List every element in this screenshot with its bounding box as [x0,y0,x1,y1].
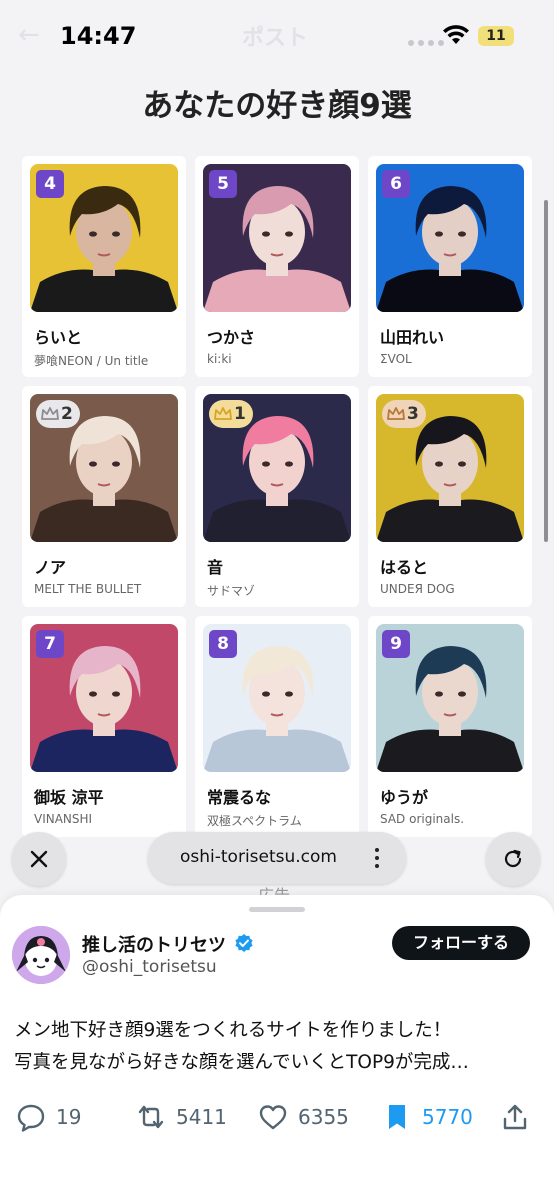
faded-nav-title: ポスト [242,26,309,51]
face-card[interactable]: 2 ノア MELT THE BULLET [22,386,186,607]
post-text[interactable]: メン地下好き顔9選をつくれるサイトを作りました！ 写真を見ながら好きな顔を選んで… [14,1015,540,1079]
face-card[interactable]: 8 常震るな双極スペクトラム [195,616,359,837]
url-text: oshi-torisetsu.com [180,847,337,867]
like-count: 6355 [298,1105,349,1129]
group-name: VINANSHI [34,812,93,826]
bookmark-button[interactable]: 5770 [382,1097,473,1137]
idol-name: 音 [207,558,224,577]
rank-badge: 8 [209,630,237,658]
verified-badge-icon [235,934,253,952]
wifi-icon [443,25,469,44]
repost-count: 5411 [176,1105,227,1129]
reply-icon [17,1104,45,1132]
face-card[interactable]: 9 ゆうが SAD originals. [368,616,532,837]
avatar[interactable] [12,926,70,984]
battery-icon: 11 [478,26,514,46]
sheet-grabber[interactable] [249,907,305,912]
group-name: 夢喰NEON / Un title [34,354,149,368]
reload-icon [504,849,522,868]
rank-badge: 5 [209,170,237,198]
idol-name: 御坂 涼平 [34,788,104,807]
idol-name: ノア [34,558,67,577]
bookmark-count: 5770 [422,1105,473,1129]
share-icon [503,1104,527,1130]
crown-icon [41,407,59,420]
group-name: ΣVOL [380,352,412,366]
group-name: 双極スペクトラム [207,814,302,828]
face-card[interactable]: 4 らいと夢喰NEON / Un title [22,156,186,377]
post-text-line: メン地下好き顔9選をつくれるサイトを作りました！ [14,1020,452,1041]
post-sheet: 推し活のトリセツ @oshi_torisetsu フォローする メン地下好き顔9… [0,895,554,1199]
idol-name: ゆうが [380,788,429,807]
post-text-line: 写真を見ながら好きな顔を選んでいくとTOP9が完成… [14,1052,469,1073]
rank-crown-badge: 3 [382,400,426,428]
rank-badge: 7 [36,630,64,658]
repost-button[interactable]: 5411 [136,1097,227,1137]
like-button[interactable]: 6355 [258,1097,349,1137]
idol-name: つかさ [207,328,256,347]
reply-button[interactable]: 19 [16,1097,81,1137]
rank-number: 2 [61,404,73,424]
face-card[interactable]: 6 山田れい ΣVOL [368,156,532,377]
rank-number: 1 [234,404,246,424]
group-name: MELT THE BULLET [34,582,142,596]
kuromi-avatar-image [12,926,70,984]
reload-button[interactable] [486,832,540,886]
rank-badge: 4 [36,170,64,198]
idol-name: らいと [34,328,83,347]
group-name: ki:ki [207,352,232,366]
author-name[interactable]: 推し活のトリセツ [82,931,226,957]
repost-icon [138,1105,164,1129]
scrollbar[interactable] [544,200,548,542]
group-name: UNDEЯ DOG [380,582,455,596]
face-card[interactable]: 1 音サドマゾ [195,386,359,607]
back-arrow-icon[interactable]: ← [18,20,40,50]
app-screen: ← ポスト 14:47 11 あなたの好き顔9選 4 らいと夢喰NEON / Un… [0,0,554,1199]
rank-crown-badge: 2 [36,400,80,428]
close-button[interactable] [12,832,66,886]
close-icon [30,850,48,868]
signal-dots-icon [408,40,444,46]
face-card[interactable]: 3 はると UNDEЯ DOG [368,386,532,607]
face-card[interactable]: 5 つかさ ki:ki [195,156,359,377]
idol-name: はると [380,558,429,577]
url-bar[interactable]: oshi-torisetsu.com [148,832,406,884]
follow-button[interactable]: フォローする [392,926,530,960]
status-bar: ← ポスト 14:47 11 [0,0,554,70]
page-title: あなたの好き顔9選 [142,88,412,124]
group-name: サドマゾ [207,584,256,598]
crown-icon [214,407,232,420]
face-card[interactable]: 7 御坂 涼平 VINANSHI [22,616,186,837]
status-time: 14:47 [60,22,137,50]
idol-name: 常震るな [207,788,272,807]
bookmark-icon [389,1105,405,1129]
rank-badge: 9 [382,630,410,658]
more-vertical-icon[interactable] [374,846,380,870]
heart-icon [259,1105,287,1130]
group-name: SAD originals. [380,812,465,826]
crown-icon [387,407,405,420]
rank-badge: 6 [382,170,410,198]
reply-count: 19 [56,1105,82,1129]
author-handle[interactable]: @oshi_torisetsu [82,957,217,977]
share-button[interactable] [500,1097,530,1137]
rank-crown-badge: 1 [209,400,253,428]
post-actions: 19 5411 6355 5770 [0,1097,554,1137]
idol-name: 山田れい [380,328,445,347]
rank-number: 3 [407,404,419,424]
